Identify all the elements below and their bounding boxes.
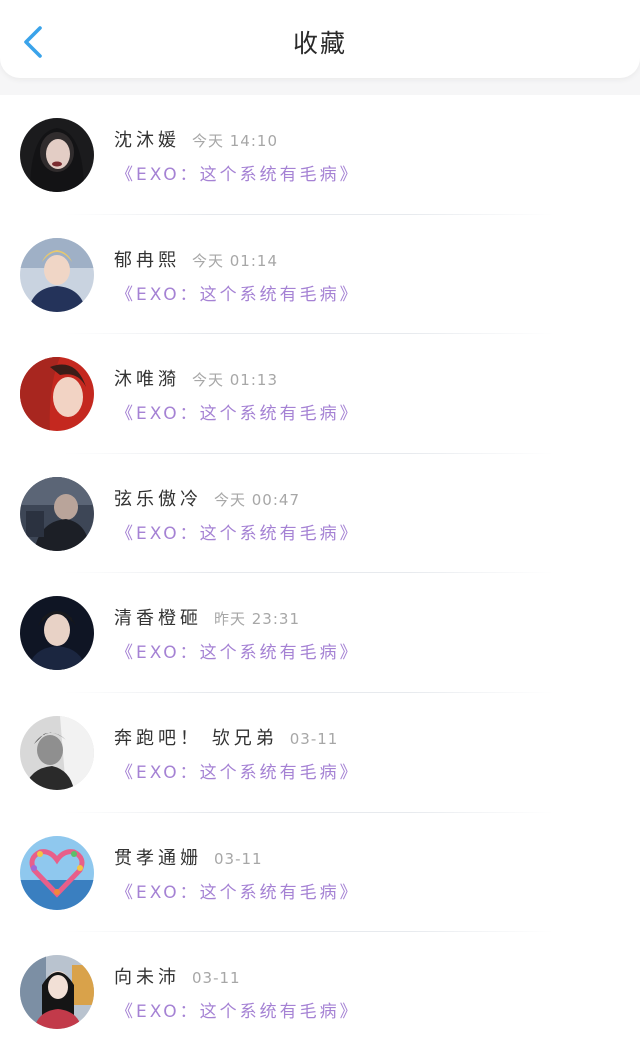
- book-title-link[interactable]: 《EXO：这个系统有毛病》: [116, 997, 360, 1022]
- book-title-link[interactable]: 《EXO：这个系统有毛病》: [116, 878, 360, 903]
- item-header: 向未沛 03-11: [114, 963, 241, 989]
- book-title-link[interactable]: 《EXO：这个系统有毛病》: [116, 638, 360, 663]
- item-header: 贯孝通姗 03-11: [114, 844, 263, 870]
- timestamp: 今天 01:13: [192, 371, 278, 390]
- favorite-item[interactable]: 贯孝通姗 03-11 《EXO：这个系统有毛病》: [0, 813, 640, 933]
- timestamp: 今天 01:14: [192, 251, 278, 270]
- item-header: 沈沐媛 今天 14:10: [114, 126, 278, 152]
- heart-balloons-avatar: [20, 835, 94, 910]
- favorite-item[interactable]: 沐唯漪 今天 01:13 《EXO：这个系统有毛病》: [0, 334, 640, 454]
- item-header: 沐唯漪 今天 01:13: [114, 365, 278, 391]
- timestamp: 今天 00:47: [214, 490, 300, 509]
- timestamp: 昨天 23:31: [214, 610, 300, 629]
- avatar[interactable]: [20, 955, 94, 1030]
- favorite-item[interactable]: 清香橙砸 昨天 23:31 《EXO：这个系统有毛病》: [0, 573, 640, 693]
- user-name: 清香橙砸: [114, 608, 202, 630]
- user-name: 向未沛: [114, 967, 180, 989]
- item-header: 清香橙砸 昨天 23:31: [114, 604, 300, 630]
- book-title-link[interactable]: 《EXO：这个系统有毛病》: [116, 280, 360, 305]
- item-header: 奔跑吧！ 欤兄弟 03-11: [114, 724, 338, 750]
- avatar[interactable]: [20, 237, 94, 312]
- timestamp: 03-11: [289, 729, 339, 748]
- user-name: 沈沐媛: [114, 130, 180, 151]
- avatar[interactable]: [20, 596, 94, 671]
- favorite-item[interactable]: 沈沐媛 今天 14:10 《EXO：这个系统有毛病》: [0, 95, 640, 215]
- favorites-list: 沈沐媛 今天 14:10 《EXO：这个系统有毛病》 郁冉熙 今天 01:14 《E…: [0, 95, 640, 1052]
- timestamp: 03-11: [214, 849, 263, 868]
- page-title: 收藏: [292, 29, 347, 58]
- avatar[interactable]: [20, 715, 94, 790]
- user-name: 郁冉熙: [114, 249, 180, 271]
- book-title-link[interactable]: 《EXO：这个系统有毛病》: [116, 399, 360, 424]
- item-header: 郁冉熙 今天 01:14: [114, 246, 278, 272]
- user-name: 沐唯漪: [114, 369, 180, 391]
- avatar[interactable]: [20, 476, 94, 551]
- favorite-item[interactable]: 郁冉熙 今天 01:14 《EXO：这个系统有毛病》: [0, 215, 640, 335]
- user-name: 弦乐傲冷: [114, 488, 202, 510]
- book-title-link[interactable]: 《EXO：这个系统有毛病》: [116, 160, 360, 185]
- book-title-link[interactable]: 《EXO：这个系统有毛病》: [116, 758, 360, 783]
- avatar[interactable]: [20, 357, 94, 432]
- avatar[interactable]: [20, 835, 94, 910]
- top-bar: 收藏: [0, 0, 640, 78]
- avatar[interactable]: [20, 118, 94, 192]
- user-name: 贯孝通姗: [114, 847, 202, 869]
- item-header: 弦乐傲冷 今天 00:47: [114, 485, 300, 511]
- favorite-item[interactable]: 奔跑吧！ 欤兄弟 03-11 《EXO：这个系统有毛病》: [0, 693, 640, 813]
- user-name: 奔跑吧！ 欤兄弟: [114, 727, 278, 749]
- timestamp: 今天 14:10: [192, 132, 278, 150]
- timestamp: 03-11: [192, 969, 241, 988]
- book-title-link[interactable]: 《EXO：这个系统有毛病》: [116, 519, 360, 544]
- favorite-item[interactable]: 向未沛 03-11 《EXO：这个系统有毛病》: [0, 932, 640, 1052]
- favorite-item[interactable]: 弦乐傲冷 今天 00:47 《EXO：这个系统有毛病》: [0, 454, 640, 574]
